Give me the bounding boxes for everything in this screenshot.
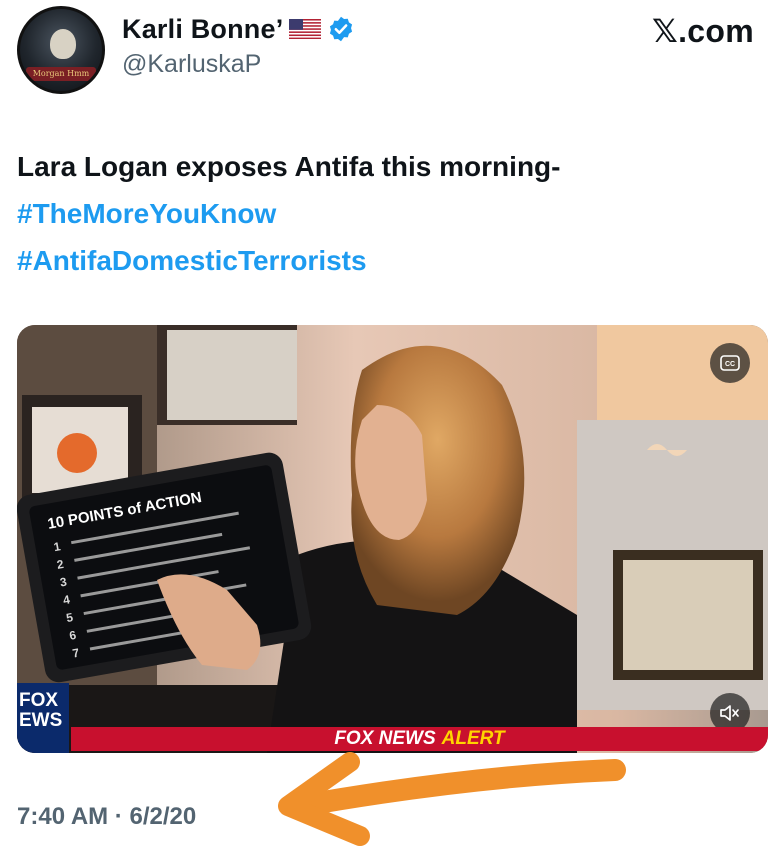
video-player[interactable]: 10 POINTS of ACTION 1 2 3 4 5 6 7 CC FOX… xyxy=(17,325,768,753)
closed-captions-icon: CC xyxy=(720,355,740,371)
annotation-arrow-icon xyxy=(278,752,626,846)
hashtag-link[interactable]: #AntifaDomesticTerrorists xyxy=(17,237,767,284)
avatar-caption: Morgan Hmm xyxy=(26,67,96,81)
svg-text:CC: CC xyxy=(725,361,735,368)
site-label: 𝕏.com xyxy=(652,13,754,49)
volume-muted-icon xyxy=(720,705,739,721)
captions-button[interactable]: CC xyxy=(710,343,750,383)
tweet-body: Lara Logan exposes Antifa this morning- … xyxy=(17,143,767,284)
tweet-header: Morgan Hmm Karli Bonne’ @KarluskaP 𝕏.com xyxy=(0,0,784,100)
logo-text: FOX xyxy=(19,690,59,711)
ticker-brand: FOX NEWS xyxy=(334,728,436,749)
video-frame: 10 POINTS of ACTION 1 2 3 4 5 6 7 xyxy=(17,325,768,753)
author-avatar[interactable]: Morgan Hmm xyxy=(17,6,105,94)
author-handle[interactable]: @KarluskaP xyxy=(122,50,261,79)
verified-badge-icon xyxy=(327,15,355,43)
author-name-row: Karli Bonne’ xyxy=(122,12,355,46)
hashtag-link[interactable]: #TheMoreYouKnow xyxy=(17,190,767,237)
fox-news-logo: FOX EWS xyxy=(17,683,69,753)
author-display-name[interactable]: Karli Bonne’ xyxy=(122,14,283,45)
tweet-text-line: Lara Logan exposes Antifa this morning- xyxy=(17,151,561,182)
logo-text: EWS xyxy=(19,710,63,731)
tweet-timestamp[interactable]: 7:40 AM · 6/2/20 xyxy=(17,803,196,831)
us-flag-icon xyxy=(289,19,322,39)
avatar-skull-graphic xyxy=(50,29,76,59)
ticker-alert: ALERT xyxy=(441,728,505,749)
